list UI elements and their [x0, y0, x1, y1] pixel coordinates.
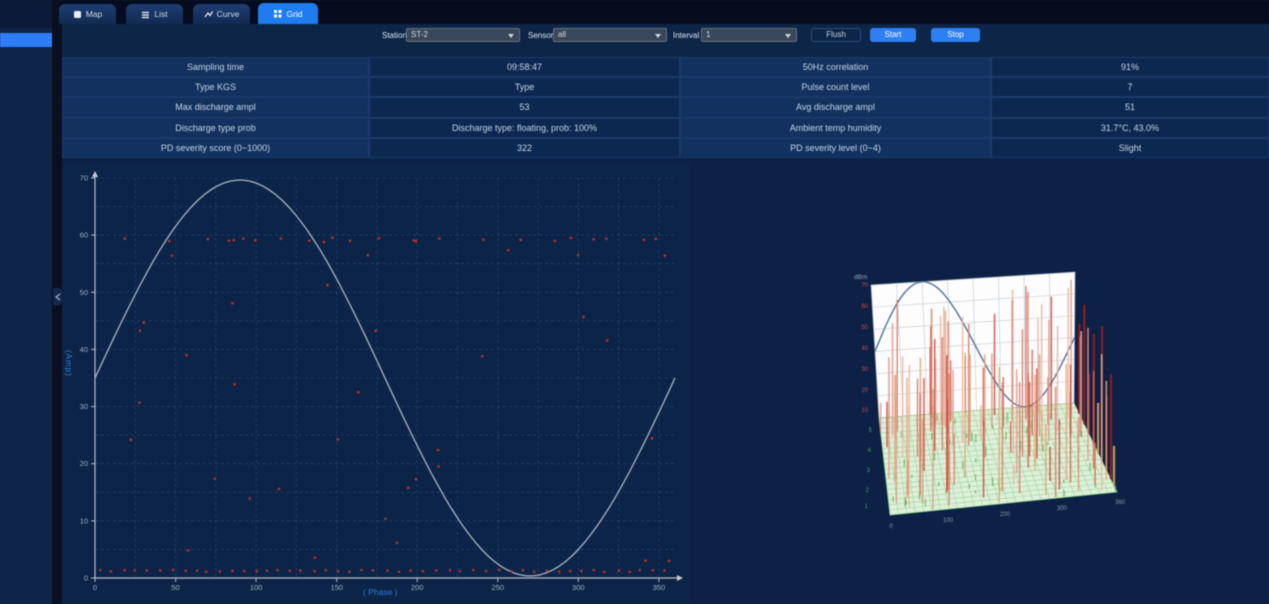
svg-text:50: 50 — [861, 325, 868, 331]
svg-text:360: 360 — [1115, 500, 1126, 506]
svg-text:dBm: dBm — [854, 274, 867, 281]
svg-text:30: 30 — [0, 468, 871, 474]
svg-text:300: 300 — [1057, 506, 1068, 512]
svg-text:10: 10 — [0, 504, 869, 510]
svg-text:0: 0 — [889, 524, 893, 530]
svg-text:200: 200 — [1000, 512, 1011, 518]
svg-text:40: 40 — [861, 346, 868, 352]
svg-text:60: 60 — [861, 304, 868, 310]
svg-text:20: 20 — [861, 388, 868, 394]
svg-text:10: 10 — [861, 408, 868, 414]
svg-text:100: 100 — [943, 518, 954, 524]
svg-text:70: 70 — [861, 283, 868, 289]
svg-text:30: 30 — [861, 367, 868, 373]
svg-text:40: 40 — [0, 448, 872, 454]
svg-text:50: 50 — [0, 428, 873, 434]
svg-text:20: 20 — [0, 488, 870, 494]
